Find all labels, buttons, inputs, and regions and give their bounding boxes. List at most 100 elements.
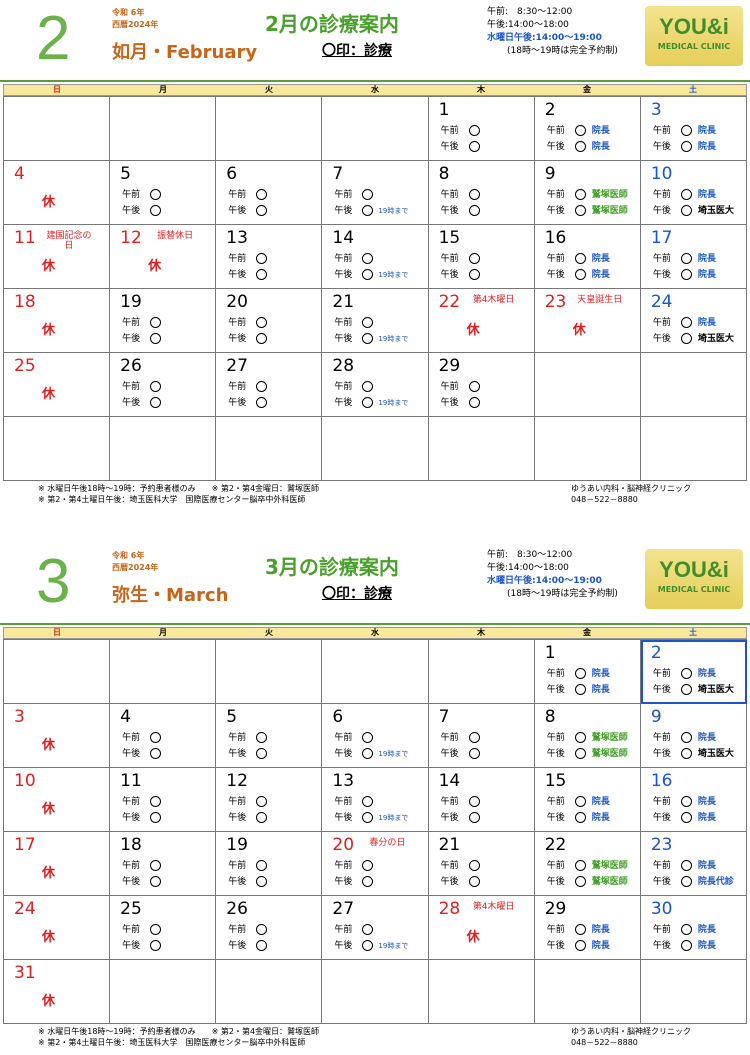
- day-cell[interactable]: 13 午前 午後 19時まで: [322, 768, 429, 832]
- footnote-2: ※ 第2・第4土曜日午後：埼玉医科大学 国際医療センター脳卒中外科医師: [38, 495, 306, 504]
- doctor-label: 鷲塚医師: [591, 190, 628, 200]
- day-cell[interactable]: 1 午前 午後: [428, 97, 535, 161]
- day-cell[interactable]: [640, 417, 747, 481]
- day-cell[interactable]: 24 休: [4, 896, 111, 960]
- day-cell[interactable]: 17 午前 院長 午後 院長: [640, 225, 747, 289]
- day-cell[interactable]: [4, 640, 111, 704]
- morning-row: 午前 鷲塚医師: [546, 732, 628, 743]
- day-cell[interactable]: 18 休: [4, 289, 111, 353]
- day-cell[interactable]: 13 午前 午後: [216, 225, 323, 289]
- day-cell[interactable]: [322, 960, 429, 1024]
- day-cell[interactable]: [322, 97, 429, 161]
- hours-note: (18時～19時は完全予約制): [507, 589, 618, 599]
- day-cell[interactable]: 8 午前 鷲塚医師 午後 鷲塚医師: [534, 704, 641, 768]
- day-cell[interactable]: 24 午前 院長 午後 埼玉医大: [640, 289, 747, 353]
- day-cell[interactable]: 25 午前 午後: [110, 896, 217, 960]
- day-cell[interactable]: 22 第4木曜日休: [428, 289, 535, 353]
- day-cell[interactable]: [534, 960, 641, 1024]
- day-cell[interactable]: 6 午前 午後 19時まで: [322, 704, 429, 768]
- day-cell[interactable]: 4 午前 午後: [110, 704, 217, 768]
- day-cell[interactable]: 5 午前 午後: [110, 161, 217, 225]
- day-cell[interactable]: [216, 97, 323, 161]
- day-cell[interactable]: 6 午前 午後: [216, 161, 323, 225]
- doctor-label: 埼玉医大: [697, 206, 734, 216]
- day-number: 14: [332, 228, 355, 248]
- day-cell[interactable]: 11 建国記念の日休: [4, 225, 111, 289]
- day-cell[interactable]: [428, 960, 535, 1024]
- day-cell[interactable]: 19 午前 午後: [216, 832, 323, 896]
- day-cell[interactable]: 15 午前 午後: [428, 225, 535, 289]
- day-cell[interactable]: [428, 640, 535, 704]
- day-cell[interactable]: [110, 960, 217, 1024]
- day-cell[interactable]: 25 休: [4, 353, 111, 417]
- day-cell[interactable]: [216, 417, 323, 481]
- day-cell[interactable]: 7 午前 午後: [428, 704, 535, 768]
- day-cell[interactable]: 15 午前 院長 午後 院長: [534, 768, 641, 832]
- day-cell[interactable]: [216, 960, 323, 1024]
- day-cell[interactable]: 3休: [4, 704, 111, 768]
- day-cell[interactable]: [322, 417, 429, 481]
- day-cell[interactable]: 14 午前 午後: [428, 768, 535, 832]
- day-cell[interactable]: 10 午前 院長 午後 埼玉医大: [640, 161, 747, 225]
- day-cell[interactable]: 21 午前 午後: [428, 832, 535, 896]
- day-cell[interactable]: 16 午前 院長 午後 院長: [640, 768, 747, 832]
- day-cell[interactable]: 14 午前 午後 19時まで: [322, 225, 429, 289]
- open-circle-icon: [468, 253, 480, 264]
- day-cell[interactable]: 18 午前 午後: [110, 832, 217, 896]
- day-cell[interactable]: 4休: [4, 161, 111, 225]
- day-cell[interactable]: [322, 640, 429, 704]
- day-cell[interactable]: 27 午前 午後: [216, 353, 323, 417]
- day-cell[interactable]: 12 午前 午後: [216, 768, 323, 832]
- day-cell[interactable]: 2 午前 院長 午後 院長: [534, 97, 641, 161]
- day-cell[interactable]: [640, 960, 747, 1024]
- clinic-logo: YOU&i MEDICAL CLINIC: [645, 6, 743, 66]
- day-cell[interactable]: [534, 353, 641, 417]
- day-cell[interactable]: 11 午前 午後: [110, 768, 217, 832]
- day-cell[interactable]: 29 午前 院長 午後 院長: [534, 896, 641, 960]
- day-cell[interactable]: 22 午前 鷲塚医師 午後 鷲塚医師: [534, 832, 641, 896]
- day-cell[interactable]: 20 午前 午後: [216, 289, 323, 353]
- day-cell[interactable]: 21 午前 午後 19時まで: [322, 289, 429, 353]
- day-cell[interactable]: 5 午前 午後: [216, 704, 323, 768]
- day-number: 11: [14, 228, 36, 248]
- day-cell[interactable]: [4, 97, 111, 161]
- day-cell[interactable]: 9 午前 院長 午後 埼玉医大: [640, 704, 747, 768]
- day-cell[interactable]: 12 振替休日休: [110, 225, 217, 289]
- day-cell[interactable]: 16 午前 院長 午後 院長: [534, 225, 641, 289]
- day-cell[interactable]: 23 午前 院長 午後 院長代診: [640, 832, 747, 896]
- day-cell[interactable]: 29 午前 午後: [428, 353, 535, 417]
- day-cell[interactable]: [110, 417, 217, 481]
- day-cell[interactable]: 7 午前 午後 19時まで: [322, 161, 429, 225]
- day-cell[interactable]: 23 天皇誕生日休: [534, 289, 641, 353]
- day-cell[interactable]: 31 休: [4, 960, 111, 1024]
- day-cell[interactable]: 20 春分の日 午前 午後: [322, 832, 429, 896]
- day-cell[interactable]: 3 午前 院長 午後 院長: [640, 97, 747, 161]
- day-cell[interactable]: 2 午前 院長 午後 埼玉医大: [640, 640, 747, 704]
- day-cell[interactable]: 17 休: [4, 832, 111, 896]
- day-cell[interactable]: 8 午前 午後: [428, 161, 535, 225]
- closed-mark: 休: [42, 387, 56, 402]
- day-cell[interactable]: [640, 353, 747, 417]
- day-cell[interactable]: 28 午前 午後 19時まで: [322, 353, 429, 417]
- open-circle-icon: [256, 860, 268, 871]
- day-cell[interactable]: [216, 640, 323, 704]
- day-cell[interactable]: [428, 417, 535, 481]
- day-cell[interactable]: 28 第4木曜日休: [428, 896, 535, 960]
- open-circle-icon: [256, 269, 268, 280]
- day-cell[interactable]: 1 午前 院長 午後 院長: [534, 640, 641, 704]
- day-cell[interactable]: 26 午前 午後: [110, 353, 217, 417]
- day-cell[interactable]: 19 午前 午後: [110, 289, 217, 353]
- day-cell[interactable]: 27 午前 午後 19時まで: [322, 896, 429, 960]
- day-cell[interactable]: 30 午前 院長 午後 院長: [640, 896, 747, 960]
- day-cell[interactable]: [534, 417, 641, 481]
- day-cell[interactable]: 9 午前 鷲塚医師 午後 鷲塚医師: [534, 161, 641, 225]
- day-cell[interactable]: [110, 640, 217, 704]
- day-cell[interactable]: [110, 97, 217, 161]
- day-cell[interactable]: [4, 417, 111, 481]
- doctor-label: 院長: [697, 669, 716, 679]
- day-cell[interactable]: 26 午前 午後: [216, 896, 323, 960]
- day-cell[interactable]: 10 休: [4, 768, 111, 832]
- open-circle-icon: [680, 317, 692, 328]
- day-number: 8: [438, 164, 450, 184]
- afternoon-row: 午後 鷲塚医師: [546, 205, 628, 216]
